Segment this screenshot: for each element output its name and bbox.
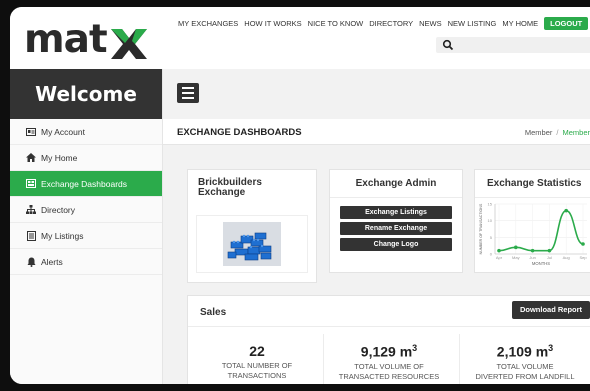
exchange-title: Brickbuilders Exchange: [188, 170, 316, 198]
exchange-card: Brickbuilders Exchange: [187, 169, 317, 283]
top-header: mat MY EXCHANGES HOW IT WORKS NICE TO KN…: [10, 7, 590, 69]
x-tick-label: Apr: [496, 255, 503, 260]
data-point: [581, 242, 585, 246]
nav-new-listing[interactable]: NEW LISTING: [448, 19, 497, 28]
sidebar-item-label: My Listings: [41, 230, 84, 241]
sales-title: Sales: [200, 307, 227, 318]
exchange-listings-button[interactable]: Exchange Listings: [340, 206, 452, 219]
sidebar-item-directory[interactable]: Directory: [10, 197, 162, 223]
data-point: [497, 248, 501, 253]
series-line: [498, 209, 584, 252]
exchange-admin-card: Exchange Admin Exchange Listings Rename …: [329, 169, 463, 273]
stat-value: 9,129 m3: [360, 343, 418, 360]
home-icon: [26, 153, 36, 163]
admin-title: Exchange Admin: [355, 178, 437, 189]
logout-button[interactable]: LOGOUT: [544, 17, 589, 30]
sidebar-item-label: Exchange Dashboards: [41, 178, 128, 189]
sidebar-item-label: Alerts: [41, 256, 63, 267]
x-tick-label: Aug: [563, 255, 570, 260]
sidebar-item-exchange-dashboards[interactable]: Exchange Dashboards: [10, 171, 162, 197]
dashboard-icon: [26, 179, 36, 189]
device-frame: mat MY EXCHANGES HOW IT WORKS NICE TO KN…: [0, 0, 590, 391]
main-header: [163, 69, 590, 119]
stat-label: TOTAL VOLUME DIVERTED FROM LANDFILL: [475, 361, 575, 381]
data-point: [514, 245, 518, 250]
stat-transacted-volume: 9,129 m3 TOTAL VOLUME OF TRANSACTED RESOU…: [324, 343, 454, 382]
breadcrumb-current: Member: [562, 128, 590, 137]
admin-buttons: Exchange Listings Rename Exchange Change…: [330, 198, 462, 251]
search-icon[interactable]: [442, 39, 454, 51]
breadcrumb: Member / Member: [525, 128, 590, 137]
y-tick-label: 15: [488, 202, 493, 207]
data-point: [547, 248, 552, 253]
divider: [188, 326, 590, 327]
sales-card: Sales Download Report 22 TOTAL NUMBER OF…: [187, 295, 590, 384]
id-card-icon: [26, 127, 36, 137]
x-tick-label: May: [512, 255, 520, 260]
sidebar-item-my-home[interactable]: My Home: [10, 145, 162, 171]
logo-x-icon: [110, 29, 147, 59]
logo-text: mat: [24, 17, 108, 62]
breadcrumb-separator: /: [556, 128, 559, 137]
stat-label: TOTAL VOLUME OF TRANSACTED RESOURCES: [338, 361, 440, 381]
change-logo-button[interactable]: Change Logo: [340, 238, 452, 251]
nav-news[interactable]: NEWS: [419, 19, 442, 28]
exchange-image[interactable]: [196, 215, 308, 273]
data-point: [530, 248, 535, 253]
stat-value: 2,109 m3: [496, 343, 554, 360]
rename-exchange-button[interactable]: Rename Exchange: [340, 222, 452, 235]
main-content: EXCHANGE DASHBOARDS Member / Member Brickb…: [163, 69, 590, 384]
sidebar-item-my-listings[interactable]: My Listings: [10, 223, 162, 249]
sidebar-item-label: Directory: [41, 204, 76, 215]
welcome-banner: Welcome: [10, 69, 162, 119]
exchange-title-line2: Exchange: [198, 187, 246, 198]
nav-my-home[interactable]: MY HOME: [502, 19, 538, 28]
nav-directory[interactable]: DIRECTORY: [369, 19, 413, 28]
y-tick-label: 5: [490, 235, 493, 240]
y-tick-label: 10: [488, 218, 493, 223]
transactions-chart: 0 5 10 15 Apr May Jun Jul Aug Sep MONTHS NUMBER OF …: [479, 202, 587, 267]
logo[interactable]: mat: [24, 17, 147, 62]
data-point: [564, 208, 568, 213]
y-tick-label: 0: [490, 252, 493, 257]
title-bar: EXCHANGE DASHBOARDS Member / Member: [163, 119, 590, 145]
sidebar: Welcome My Account My Home Exchange Dash…: [10, 69, 163, 384]
lego-bricks-image: [223, 222, 281, 266]
sidebar-item-my-account[interactable]: My Account: [10, 119, 162, 145]
search-input[interactable]: [436, 37, 590, 53]
nav-how-it-works[interactable]: HOW IT WORKS: [244, 19, 301, 28]
sidebar-item-label: My Home: [41, 152, 78, 163]
exchange-statistics-card: Exchange Statistics 0 5 10 15 Apr May Jun Jul Au…: [474, 169, 590, 273]
sidebar-item-alerts[interactable]: Alerts: [10, 249, 162, 275]
x-tick-label: Jun: [529, 255, 535, 260]
list-icon: [26, 230, 36, 241]
sidebar-item-label: My Account: [41, 126, 85, 137]
sitemap-icon: [26, 205, 36, 215]
x-axis-label: MONTHS: [532, 261, 550, 266]
breadcrumb-link[interactable]: Member: [525, 128, 553, 137]
stat-label: TOTAL NUMBER OF TRANSACTIONS: [221, 361, 293, 380]
statistics-title: Exchange Statistics: [487, 178, 582, 189]
nav-my-exchanges[interactable]: MY EXCHANGES: [178, 19, 238, 28]
stat-value: 22: [249, 343, 265, 359]
download-report-button[interactable]: Download Report: [512, 301, 590, 319]
y-axis-label: NUMBER OF TRANSACTIONS: [479, 203, 483, 254]
screen: mat MY EXCHANGES HOW IT WORKS NICE TO KN…: [10, 7, 590, 384]
x-tick-label: Sep: [579, 255, 587, 260]
x-tick-label: Jul: [547, 255, 552, 260]
nav-nice-to-know[interactable]: NICE TO KNOW: [308, 19, 364, 28]
stat-diverted-volume: 2,109 m3 TOTAL VOLUME DIVERTED FROM LANDF…: [460, 343, 590, 382]
stat-total-transactions: 22 TOTAL NUMBER OF TRANSACTIONS: [192, 343, 322, 381]
page-title: EXCHANGE DASHBOARDS: [177, 127, 302, 138]
top-nav: MY EXCHANGES HOW IT WORKS NICE TO KNOW D…: [178, 17, 589, 30]
bell-icon: [26, 257, 36, 267]
menu-toggle-icon[interactable]: [177, 83, 199, 103]
